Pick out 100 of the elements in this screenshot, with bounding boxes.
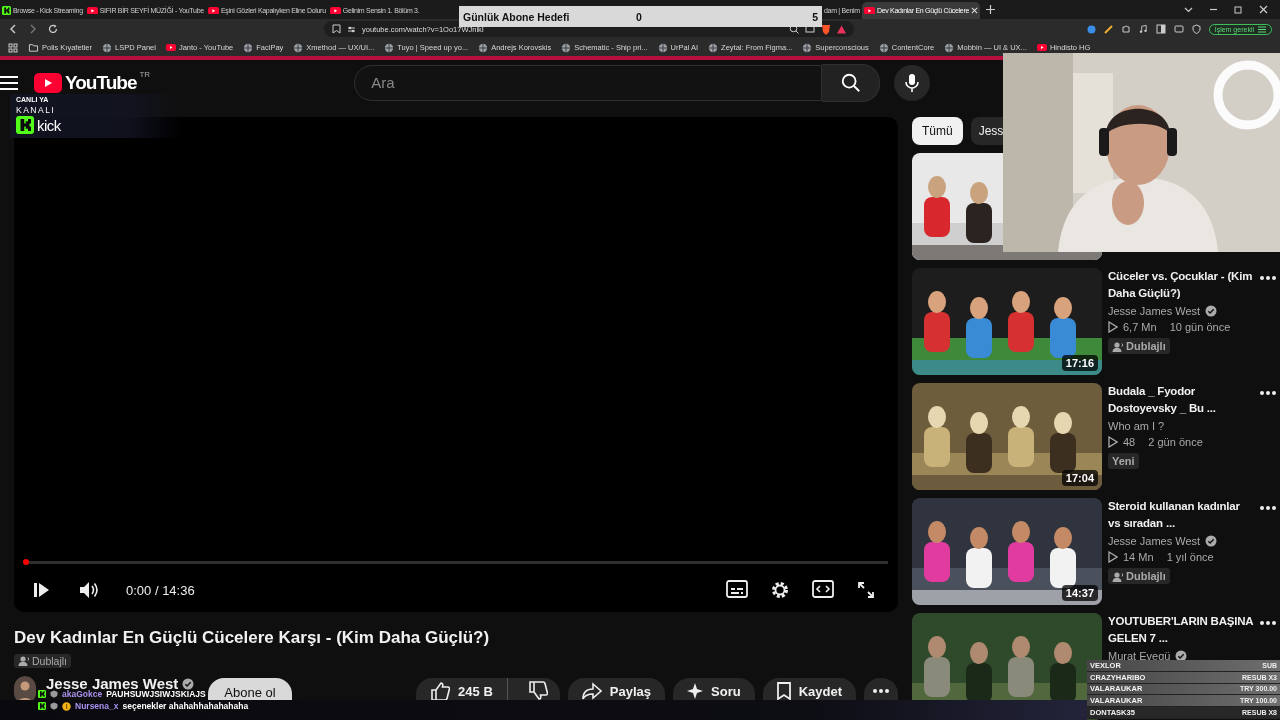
globe-icon	[561, 42, 572, 53]
globe-icon	[102, 42, 113, 53]
new-tab-icon[interactable]	[985, 5, 995, 14]
menu-icon[interactable]	[0, 75, 18, 90]
views-icon	[1108, 321, 1118, 333]
restore-icon[interactable]	[1234, 5, 1243, 14]
dubbed-icon	[1112, 340, 1124, 352]
goal-current: 0	[636, 10, 642, 23]
video-title[interactable]: Steroid kullanan kadınlar vs sıradan ...	[1108, 498, 1254, 532]
kick-logo-icon	[38, 702, 46, 710]
channel-name[interactable]: Who am I ?	[1108, 419, 1165, 433]
views-icon	[1108, 551, 1118, 563]
kick-logo-icon	[38, 690, 46, 698]
menu-icon	[1258, 25, 1266, 33]
more-icon[interactable]	[1260, 276, 1276, 280]
kick-logo-icon	[2, 6, 11, 15]
globe-icon	[944, 42, 955, 53]
globe-icon	[384, 42, 395, 53]
globe-icon	[657, 42, 668, 53]
view-count: 6,7 Mn	[1123, 320, 1157, 334]
folder-icon	[28, 43, 39, 52]
chevron-down-icon[interactable]	[1184, 5, 1193, 14]
youtube-logo-icon	[329, 6, 341, 15]
sidebar-icon[interactable]	[1155, 24, 1166, 34]
microphone-button[interactable]	[894, 64, 931, 101]
upload-age: 1 yıl önce	[1166, 550, 1214, 564]
sparkle-icon	[687, 683, 703, 699]
dubbed-icon	[18, 655, 30, 666]
bookmark-icon[interactable]	[332, 24, 341, 34]
shield-icon[interactable]	[1191, 24, 1201, 34]
goal-title: Günlük Abone Hedefi	[463, 10, 570, 23]
close-icon[interactable]	[1259, 5, 1268, 14]
youtube-logo-icon	[863, 6, 875, 15]
back-icon[interactable]	[8, 24, 18, 34]
video-title[interactable]: YOUTUBER'LARIN BAŞINA GELEN 7 ...	[1108, 613, 1254, 647]
globe-icon	[478, 42, 489, 53]
forward-icon[interactable]	[28, 24, 38, 34]
more-icon[interactable]	[1260, 621, 1276, 625]
globe-icon	[243, 42, 254, 53]
goal-target: 5	[812, 10, 818, 23]
chat-message: PAUHSUWJSIWJSKIAJS	[106, 689, 206, 699]
globe-icon	[878, 42, 889, 53]
youtube-wordmark[interactable]: YouTube	[65, 71, 137, 94]
video-title: Dev Kadınlar En Güçlü Cücelere Karşı - (Kim Daha Güçlü?)	[14, 628, 491, 648]
subtitles-icon[interactable]	[726, 580, 748, 598]
video-duration: 17:04	[1061, 470, 1098, 486]
new-badge: Yeni	[1108, 453, 1139, 469]
channel-name[interactable]: Murat Evegü	[1108, 649, 1171, 663]
more-icon	[873, 689, 889, 693]
filter-chip[interactable]: Tümü	[912, 117, 963, 145]
more-icon[interactable]	[1260, 506, 1276, 510]
chat-message: seçenekler ahahahhahahahaha	[122, 701, 249, 711]
search-button[interactable]	[822, 63, 881, 102]
thumbs-down-icon[interactable]	[527, 681, 548, 701]
video-duration: 14:37	[1061, 585, 1098, 601]
fullscreen-icon[interactable]	[856, 580, 876, 600]
share-icon	[581, 682, 602, 700]
youtube-logo-icon	[207, 6, 219, 15]
youtube-logo-icon[interactable]	[34, 72, 62, 93]
globe-icon	[708, 42, 719, 53]
music-icon[interactable]	[1138, 24, 1148, 34]
kick-wordmark: kick	[37, 116, 61, 134]
volume-icon[interactable]	[78, 580, 100, 600]
upload-age: 10 gün önce	[1169, 320, 1231, 334]
tune-icon[interactable]	[347, 24, 356, 34]
more-icon[interactable]	[1260, 391, 1276, 395]
search-icon	[839, 71, 862, 94]
channel-name[interactable]: Jesse James West	[1108, 304, 1201, 318]
globe-icon	[802, 42, 813, 53]
globe-icon	[293, 42, 304, 53]
view-count: 48	[1123, 435, 1136, 449]
region-code: TR	[139, 69, 151, 79]
views-icon	[1108, 436, 1118, 448]
theater-mode-icon[interactable]	[812, 580, 834, 598]
triangle-icon[interactable]	[837, 24, 846, 34]
reload-icon[interactable]	[48, 24, 58, 34]
video-title[interactable]: Cüceler vs. Çocuklar - (Kim Daha Güçlü?)	[1108, 268, 1254, 302]
time-display: 0:00 / 14:36	[126, 582, 195, 598]
youtube-logo-icon	[86, 6, 98, 15]
dubbed-icon	[1112, 570, 1124, 582]
youtube-logo-icon	[165, 44, 176, 51]
close-icon	[971, 7, 979, 14]
upload-age: 2 gün önce	[1148, 435, 1203, 449]
view-count: 14 Mn	[1123, 550, 1154, 564]
chat-username: Nursena_x	[75, 701, 119, 711]
youtube-logo-icon	[1036, 44, 1047, 51]
dubbed-badge: Dublajlı	[1108, 338, 1170, 354]
dubbed-badge: Dublajlı	[14, 653, 72, 668]
search-field[interactable]: Ara	[354, 64, 823, 101]
microphone-icon	[904, 72, 921, 93]
badge-caption: KANALI	[16, 105, 57, 115]
thumbs-up-icon	[430, 681, 451, 701]
channel-name[interactable]: Jesse James West	[1108, 534, 1201, 548]
bookmark-icon	[776, 682, 791, 700]
apps-icon[interactable]	[8, 42, 18, 53]
video-title[interactable]: Budala _ Fyodor Dostoyevsky _ Bu ...	[1108, 383, 1254, 417]
chat-username: akaGokce	[62, 689, 103, 699]
settings-icon[interactable]	[770, 580, 790, 600]
pencil-icon[interactable]	[1103, 24, 1113, 34]
dot-icon[interactable]	[1086, 24, 1096, 34]
